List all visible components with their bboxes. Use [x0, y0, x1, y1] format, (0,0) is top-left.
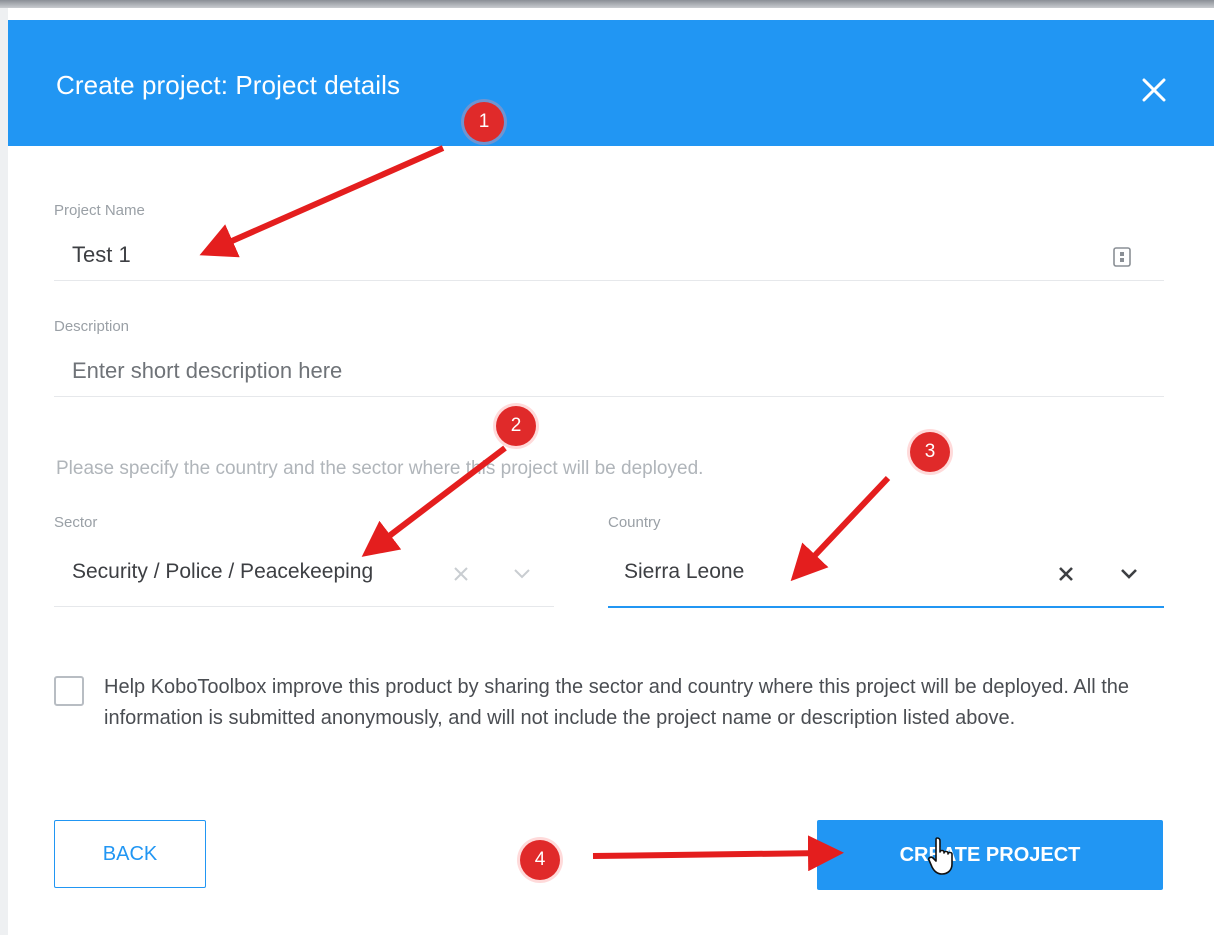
country-clear-icon[interactable] — [1058, 566, 1074, 582]
country-underline-active — [608, 606, 1164, 608]
annotation-arrow-1 — [199, 145, 445, 258]
back-button[interactable]: BACK — [54, 820, 206, 888]
form-icon[interactable] — [1113, 247, 1131, 267]
backdrop-edge — [0, 8, 8, 935]
modal-title: Create project: Project details — [56, 70, 401, 100]
modal-header: Create project: Project details — [8, 20, 1214, 146]
share-consent-checkbox[interactable] — [54, 676, 84, 706]
annotation-arrow-4 — [592, 835, 844, 872]
project-name-input[interactable] — [72, 238, 1092, 272]
sector-chevron-down-icon[interactable] — [513, 568, 531, 580]
annotation-badge-4: 4 — [520, 840, 560, 880]
close-icon[interactable] — [1136, 72, 1172, 108]
sector-clear-icon[interactable] — [453, 566, 469, 582]
country-chevron-down-icon[interactable] — [1120, 568, 1138, 580]
description-label: Description — [54, 318, 130, 335]
annotation-badge-2: 2 — [496, 406, 536, 446]
project-name-underline — [54, 280, 1164, 281]
hand-cursor-icon — [928, 837, 953, 875]
project-name-label: Project Name — [54, 202, 145, 219]
sector-label: Sector — [54, 514, 98, 531]
sector-select-value[interactable]: Security / Police / Peacekeeping — [72, 560, 373, 584]
description-input[interactable] — [72, 354, 1152, 388]
annotation-badge-3: 3 — [910, 432, 950, 472]
share-consent-text: Help KoboToolbox improve this product by… — [104, 676, 1130, 729]
country-label: Country — [608, 514, 661, 531]
create-project-button[interactable]: CREATE PROJECT — [817, 820, 1163, 890]
country-select-value[interactable]: Sierra Leone — [624, 560, 744, 584]
window-top-shadow — [0, 0, 1214, 8]
deployment-hint: Please specify the country and the secto… — [56, 458, 704, 479]
annotation-badge-1: 1 — [464, 102, 504, 142]
create-project-modal: Create project: Project details Project … — [8, 8, 1214, 935]
description-underline — [54, 396, 1164, 397]
sector-underline — [54, 606, 554, 607]
annotation-arrow-3 — [790, 475, 891, 582]
